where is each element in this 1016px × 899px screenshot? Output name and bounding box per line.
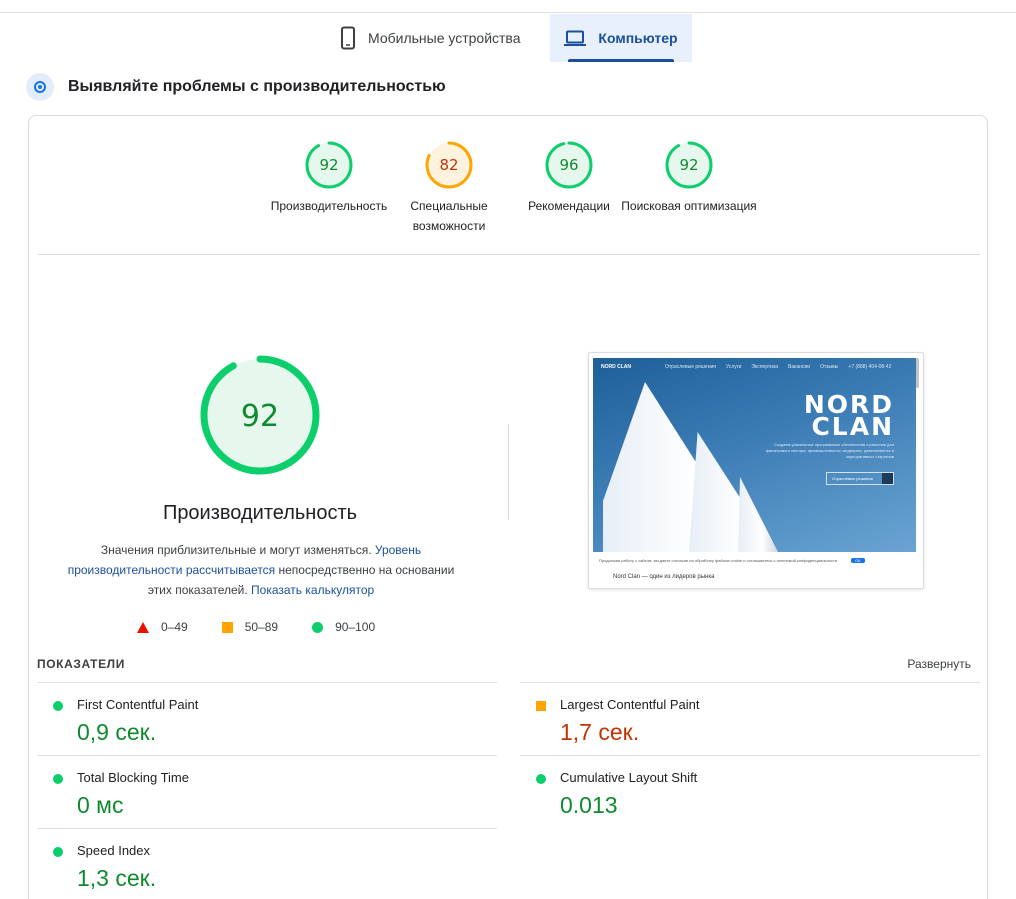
cookie-text: Продолжая работу с сайтом, вы даете согл… xyxy=(599,558,838,563)
laptop-icon xyxy=(564,30,587,46)
score-value: 92 xyxy=(319,156,338,174)
cookie-ok-button: ОК xyxy=(851,558,865,563)
score-ring: 82 xyxy=(425,141,473,189)
device-tabs: Мобильные устройства Компьютер xyxy=(0,14,1016,62)
score-ring: 92 xyxy=(305,141,353,189)
score-value: 82 xyxy=(439,156,458,174)
metric-value: 0.013 xyxy=(560,792,618,818)
vertical-divider xyxy=(508,424,509,520)
legend-poor: 0–49 xyxy=(137,620,188,634)
screenshot-nav-item: Услуги xyxy=(725,364,742,370)
circle-icon xyxy=(53,774,63,784)
tab-mobile-label: Мобильные устройства xyxy=(368,30,521,46)
screenshot-hero-text: Создаем уникальные программные обеспечен… xyxy=(765,442,894,459)
description-text: Значения приблизительные и могут изменят… xyxy=(100,543,375,557)
performance-title: Производительность xyxy=(162,502,358,524)
section-heading: Выявляйте проблемы с производительностью xyxy=(26,72,446,102)
metric-speed-index: Speed Index 1,3 сек. xyxy=(37,828,497,899)
screenshot-nav-item: Вакансии xyxy=(788,364,811,370)
screenshot-caption: Nord Clan — один из лидеров рынка xyxy=(613,574,715,580)
metric-label: Largest Contentful Paint xyxy=(560,697,700,712)
circle-icon xyxy=(53,701,63,711)
score-label: Рекомендации xyxy=(528,199,610,213)
score-label: Производительность xyxy=(270,199,388,213)
tab-mobile[interactable]: Мобильные устройства xyxy=(332,14,544,62)
screenshot-hero: NORD CLAN Отраслевые решения Услуги Эксп… xyxy=(593,358,916,552)
screenshot-cookie-banner: Продолжая работу с сайтом, вы даете согл… xyxy=(599,558,899,563)
score-gauges: 92 Производительность 82 Специальные воз… xyxy=(29,140,987,240)
metric-label: First Contentful Paint xyxy=(77,697,199,712)
legend-range: 90–100 xyxy=(335,620,376,634)
metric-tbt: Total Blocking Time 0 мс xyxy=(37,755,497,828)
legend-range: 0–49 xyxy=(161,620,188,634)
performance-description: Значения приблизительные и могут изменят… xyxy=(65,540,457,600)
screenshot-hero-button: Отраслевые решения xyxy=(826,472,894,485)
score-label: Специальные возможности xyxy=(410,199,488,233)
metric-cls: Cumulative Layout Shift 0.013 xyxy=(520,755,980,828)
circle-icon xyxy=(312,621,324,633)
legend-good: 90–100 xyxy=(312,620,375,634)
metric-value: 1,7 сек. xyxy=(560,719,640,745)
page-screenshot-thumbnail[interactable]: NORD CLAN Отраслевые решения Услуги Эксп… xyxy=(588,352,924,589)
screenshot-nav-item: Отзывы xyxy=(820,364,839,370)
metric-label: Speed Index xyxy=(77,843,151,858)
screenshot-nav: NORD CLAN Отраслевые решения Услуги Эксп… xyxy=(593,358,916,376)
screenshot-nav-item: +7 (888) 404-08-42 xyxy=(848,364,892,370)
metric-lcp: Largest Contentful Paint 1,7 сек. xyxy=(520,682,980,755)
performance-score-value: 92 xyxy=(241,399,279,434)
top-divider xyxy=(0,12,1016,13)
legend-range: 50–89 xyxy=(244,620,279,634)
performance-score-ring: 92 xyxy=(200,355,320,475)
score-gauge-accessibility[interactable]: 82 Специальные возможности xyxy=(379,140,519,236)
tab-desktop[interactable]: Компьютер xyxy=(550,14,692,62)
score-value: 92 xyxy=(679,156,698,174)
active-tab-indicator xyxy=(568,59,674,62)
speedometer-icon xyxy=(26,73,54,101)
screenshot-nav-item: Отраслевые решения xyxy=(665,364,716,370)
score-ring: 92 xyxy=(665,141,713,189)
screenshot-brand: NORD CLAN xyxy=(601,364,631,370)
circle-icon xyxy=(53,847,63,857)
smartphone-icon xyxy=(340,26,356,50)
gauges-divider xyxy=(38,254,980,255)
logo-line: CLAN xyxy=(811,412,894,441)
metric-fcp: First Contentful Paint 0,9 сек. xyxy=(37,682,497,755)
score-value: 96 xyxy=(559,156,578,174)
expand-button[interactable]: Развернуть xyxy=(907,657,971,671)
metric-value: 0,9 сек. xyxy=(77,719,157,745)
report-card: 92 Производительность 82 Специальные воз… xyxy=(28,115,988,899)
sail-image xyxy=(738,477,778,552)
screenshot-scrollbar xyxy=(916,358,919,388)
metrics-title: ПОКАЗАТЕЛИ xyxy=(37,657,125,671)
tab-desktop-label: Компьютер xyxy=(598,30,678,46)
metric-value: 0 мс xyxy=(77,792,124,818)
score-legend: 0–49 50–89 90–100 xyxy=(137,620,409,634)
metric-value: 1,3 сек. xyxy=(77,865,157,891)
circle-icon xyxy=(536,774,546,784)
screenshot-button-label: Отраслевые решения xyxy=(832,476,873,481)
score-gauge-seo[interactable]: 92 Поисковая оптимизация xyxy=(619,140,759,216)
section-heading-text: Выявляйте проблемы с производительностью xyxy=(68,78,446,95)
score-label: Поисковая оптимизация xyxy=(621,199,757,213)
screenshot-logo: NORD CLAN xyxy=(754,392,894,441)
score-gauge-performance[interactable]: 92 Производительность xyxy=(259,140,399,216)
metric-label: Cumulative Layout Shift xyxy=(560,770,698,785)
legend-average: 50–89 xyxy=(221,620,279,634)
square-icon xyxy=(221,621,233,633)
triangle-icon xyxy=(137,621,149,633)
score-gauge-best-practices[interactable]: 96 Рекомендации xyxy=(499,140,639,216)
score-ring: 96 xyxy=(545,141,593,189)
arrow-icon xyxy=(882,473,893,484)
metric-label: Total Blocking Time xyxy=(77,770,189,785)
show-calculator-link[interactable]: Показать калькулятор xyxy=(251,583,374,597)
square-icon xyxy=(536,701,546,711)
screenshot-nav-item: Экспертиза xyxy=(751,364,779,370)
